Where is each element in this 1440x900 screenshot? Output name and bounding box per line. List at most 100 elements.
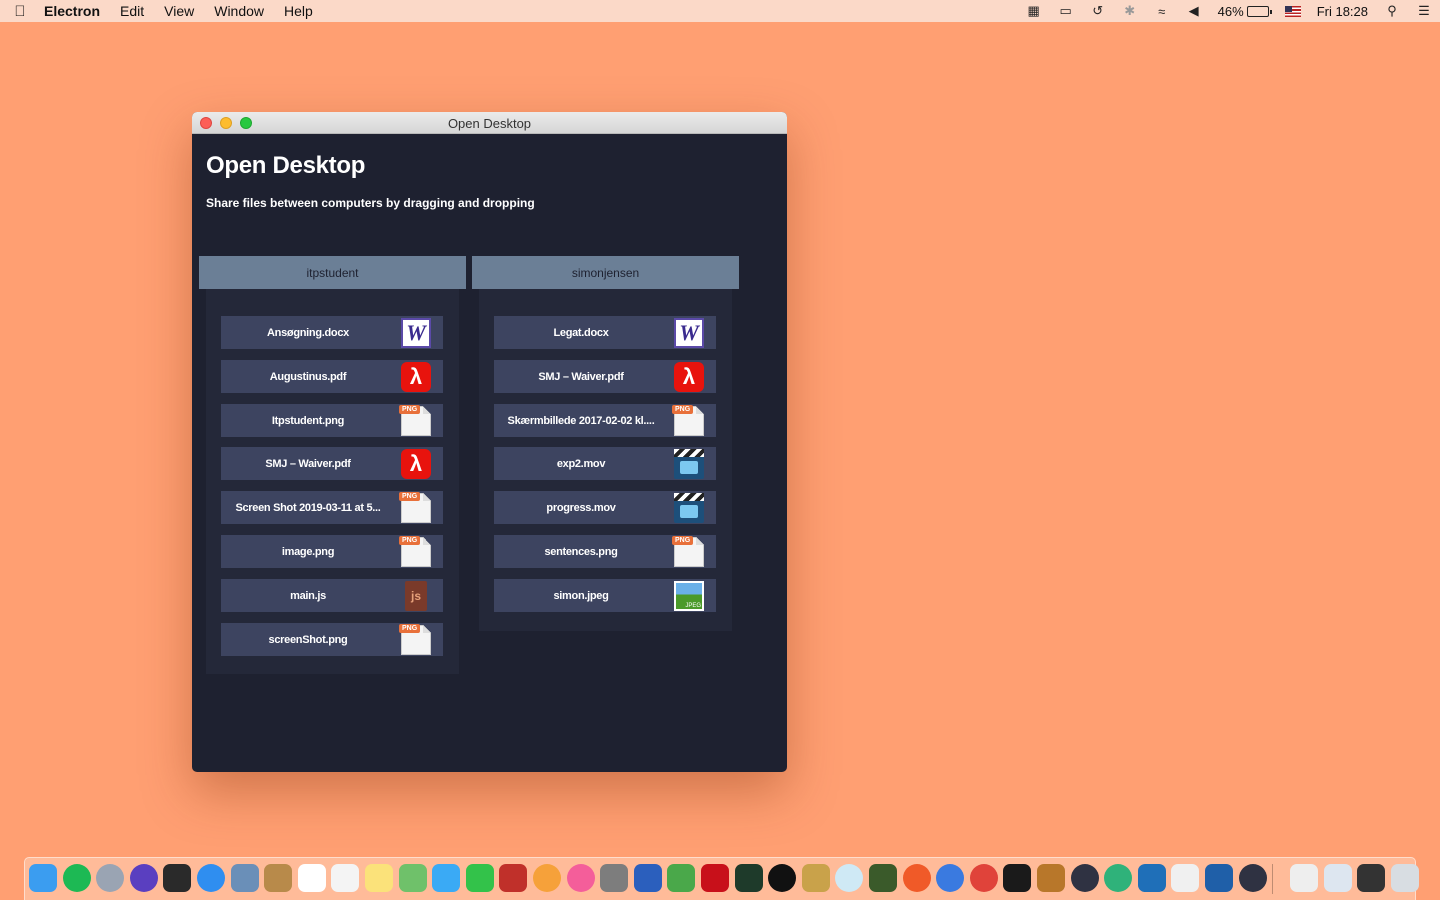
battery-status[interactable]: 46% (1210, 4, 1277, 19)
menu-help[interactable]: Help (274, 3, 323, 19)
menu-view[interactable]: View (154, 3, 204, 19)
photos-icon[interactable] (533, 864, 561, 892)
sourcetree-icon[interactable] (667, 864, 695, 892)
file-item[interactable]: SMJ – Waiver.pdf λ (494, 360, 716, 393)
window-title: Open Desktop (447, 116, 532, 131)
wifi-icon[interactable]: ≈ (1146, 0, 1178, 22)
word-file-icon: W (401, 317, 431, 348)
file-item[interactable]: Legat.docx W (494, 316, 716, 349)
maps-icon[interactable] (399, 864, 427, 892)
window-titlebar[interactable]: Open Desktop (192, 112, 787, 134)
png-file-icon: PNG (399, 491, 431, 523)
file-name: Skærmbillede 2017-02-02 kl.... (507, 414, 655, 427)
terminal-icon[interactable] (1003, 864, 1031, 892)
trash-icon[interactable] (1391, 864, 1419, 892)
electron-2-icon[interactable] (1239, 864, 1267, 892)
js-file-icon: js (405, 580, 427, 611)
file-item[interactable]: Augustinus.pdf λ (221, 360, 443, 393)
proxy-icon[interactable] (936, 864, 964, 892)
file-item[interactable]: Ansøgning.docx W (221, 316, 443, 349)
spotlight-search-icon[interactable]: ⚲ (1376, 0, 1408, 22)
menu-window[interactable]: Window (204, 3, 274, 19)
atom-icon[interactable] (835, 864, 863, 892)
png-file-icon: PNG (672, 535, 704, 567)
activity-monitor-icon[interactable] (735, 864, 763, 892)
notification-center-icon[interactable]: ☰ (1408, 0, 1440, 22)
menu-bar:  Electron Edit View Window Help ▦ ▭ ↺ ✱… (0, 0, 1440, 22)
page-subtitle: Share files between computers by draggin… (206, 196, 535, 210)
pdf-file-icon: λ (401, 448, 431, 479)
pdf-file-icon: λ (674, 361, 704, 392)
dashboard-icon[interactable] (163, 864, 191, 892)
file-item[interactable]: simon.jpeg JPEG (494, 579, 716, 612)
launchpad-icon[interactable] (96, 864, 124, 892)
word-app-icon[interactable] (634, 864, 662, 892)
file-item[interactable]: Skærmbillede 2017-02-02 kl.... PNG (494, 404, 716, 437)
menu-app-name[interactable]: Electron (40, 3, 110, 19)
screenshot-folder-icon[interactable] (1324, 864, 1352, 892)
app-window: Open Desktop Open Desktop Share files be… (192, 112, 787, 772)
pdf-file-icon: λ (401, 361, 431, 392)
file-name: main.js (290, 589, 326, 602)
file-item[interactable]: screenShot.png PNG (221, 623, 443, 656)
volume-icon[interactable]: ◀ (1178, 0, 1210, 22)
itunes-icon[interactable] (567, 864, 595, 892)
swift-icon[interactable] (903, 864, 931, 892)
contacts-icon[interactable] (264, 864, 292, 892)
notes-icon[interactable] (365, 864, 393, 892)
archive-icon[interactable] (802, 864, 830, 892)
file-item[interactable]: image.png PNG (221, 535, 443, 568)
textedit-icon[interactable] (1171, 864, 1199, 892)
vscode-icon[interactable] (1138, 864, 1166, 892)
calendar-icon[interactable] (298, 864, 326, 892)
file-name: progress.mov (546, 501, 616, 514)
system-preferences-icon[interactable] (600, 864, 628, 892)
apple-menu-icon[interactable]:  (0, 3, 40, 20)
file-item[interactable]: progress.mov (494, 491, 716, 524)
airplay-icon[interactable]: ▭ (1050, 0, 1082, 22)
png-file-icon: PNG (399, 404, 431, 436)
safari-icon[interactable] (197, 864, 225, 892)
preview-icon[interactable] (231, 864, 259, 892)
electron-1-icon[interactable] (1071, 864, 1099, 892)
png-file-icon: PNG (399, 535, 431, 567)
keyboard-viewer-icon[interactable]: ▦ (1018, 0, 1050, 22)
file-item[interactable]: Itpstudent.png PNG (221, 404, 443, 437)
file-name: Augustinus.pdf (269, 370, 347, 383)
photo-booth-icon[interactable] (499, 864, 527, 892)
spotify-icon[interactable] (63, 864, 91, 892)
file-item[interactable]: main.js js (221, 579, 443, 612)
sketch-like-icon[interactable] (1037, 864, 1065, 892)
png-file-icon: PNG (399, 623, 431, 655)
file-name: exp2.mov (556, 457, 606, 470)
time-machine-icon[interactable]: ↺ (1082, 0, 1114, 22)
menu-clock[interactable]: Fri 18:28 (1309, 4, 1376, 19)
display-icon[interactable] (1357, 864, 1385, 892)
finder-icon[interactable] (29, 864, 57, 892)
messages-icon[interactable] (432, 864, 460, 892)
documents-icon[interactable] (1290, 864, 1318, 892)
iterm-icon[interactable] (768, 864, 796, 892)
facetime-icon[interactable] (466, 864, 494, 892)
automator-icon[interactable] (869, 864, 897, 892)
input-source-flag-icon[interactable] (1277, 0, 1309, 22)
dock (24, 857, 1419, 900)
file-item[interactable]: exp2.mov (494, 447, 716, 480)
menu-edit[interactable]: Edit (110, 3, 154, 19)
bluetooth-icon[interactable]: ✱ (1114, 0, 1146, 22)
atom-green-icon[interactable] (1104, 864, 1132, 892)
file-name: image.png (281, 545, 335, 558)
file-name: SMJ – Waiver.pdf (538, 370, 624, 383)
page-title: Open Desktop (206, 152, 366, 179)
vscode-2-icon[interactable] (1205, 864, 1233, 892)
file-name: simon.jpeg (553, 589, 609, 602)
reminders-icon[interactable] (331, 864, 359, 892)
file-item[interactable]: Screen Shot 2019-03-11 at 5... PNG (221, 491, 443, 524)
siri-icon[interactable] (130, 864, 158, 892)
acrobat-icon[interactable] (701, 864, 729, 892)
file-item[interactable]: SMJ – Waiver.pdf λ (221, 447, 443, 480)
file-item[interactable]: sentences.png PNG (494, 535, 716, 568)
file-name: Legat.docx (553, 326, 609, 339)
file-name: Screen Shot 2019-03-11 at 5... (235, 501, 381, 514)
chrome-icon[interactable] (970, 864, 998, 892)
